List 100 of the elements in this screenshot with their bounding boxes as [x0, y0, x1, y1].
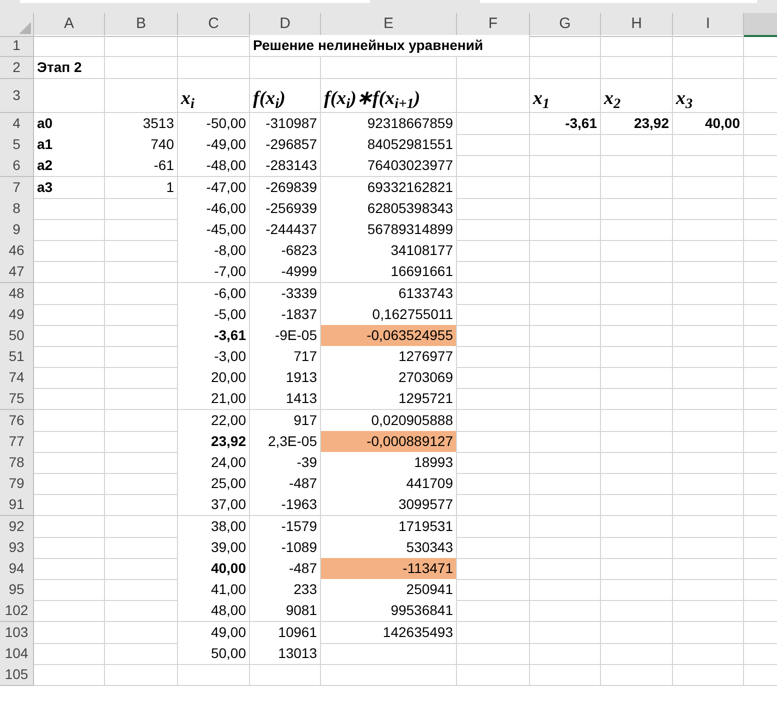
row-header[interactable]: 78: [0, 452, 34, 474]
table-cell: -1837: [250, 304, 321, 326]
row-header[interactable]: 47: [0, 261, 34, 284]
table-cell: -0,063524955: [321, 324, 457, 347]
table-cell: 1276977: [321, 346, 457, 368]
empty-cell: [530, 261, 601, 284]
empty-cell: [601, 304, 673, 326]
column-header[interactable]: [744, 13, 777, 36]
table-cell: -49,00: [178, 134, 250, 156]
table-cell: -48,00: [178, 155, 250, 178]
column-header[interactable]: C: [178, 13, 250, 36]
empty-cell: [530, 388, 601, 410]
row-header[interactable]: 51: [0, 346, 34, 368]
row-header[interactable]: 91: [0, 494, 34, 516]
table-cell: 142635493: [321, 622, 457, 644]
table-cell: -0,000889127: [321, 430, 457, 453]
table-cell: 23,92: [601, 113, 673, 135]
row-header[interactable]: 48: [0, 282, 34, 304]
table-cell: -9E-05: [250, 324, 321, 347]
column-header[interactable]: H: [601, 13, 673, 36]
table-cell: 23,92: [178, 430, 250, 453]
table-cell: 24,00: [178, 452, 250, 474]
empty-cell: [673, 240, 744, 262]
empty-cell: [530, 367, 601, 390]
empty-cell: [673, 134, 744, 156]
empty-cell: [601, 324, 673, 347]
formula-label: f(x$_{i}$)∗f(x$_{i+1}$): [324, 87, 420, 111]
row-header[interactable]: 9: [0, 218, 34, 241]
row-header[interactable]: 75: [0, 388, 34, 410]
row-header[interactable]: 76: [0, 410, 34, 432]
table-cell: 1913: [250, 367, 321, 390]
row-header[interactable]: 6: [0, 155, 34, 178]
table-cell: 34108177: [321, 240, 457, 262]
row-header[interactable]: 74: [0, 367, 34, 390]
empty-cell: [530, 410, 601, 432]
empty-cell: [673, 642, 744, 665]
empty-cell: [530, 600, 601, 622]
row-header[interactable]: 79: [0, 473, 34, 496]
empty-cell: [673, 198, 744, 220]
empty-cell: [530, 579, 601, 602]
table-cell: -3,61: [530, 113, 601, 135]
empty-cell: [601, 198, 673, 220]
table-cell: 740: [105, 134, 178, 156]
table-cell: -113471: [321, 558, 457, 580]
empty-cell: [673, 346, 744, 368]
row-header[interactable]: 1: [0, 35, 34, 57]
table-cell: 16691661: [321, 261, 457, 284]
row-header[interactable]: 104: [0, 642, 34, 665]
empty-cell: [673, 494, 744, 516]
column-header[interactable]: A: [34, 13, 105, 36]
table-cell: 13013: [250, 642, 321, 665]
empty-cell: [601, 367, 673, 390]
empty-cell: [673, 558, 744, 580]
table-cell: -487: [250, 558, 321, 580]
empty-cell: [601, 473, 673, 496]
row-header[interactable]: 4: [0, 113, 34, 135]
row-header[interactable]: 103: [0, 622, 34, 644]
row-header[interactable]: 3: [0, 79, 34, 113]
formula-label: x$_{3}$: [676, 87, 693, 111]
row-label: a2: [34, 155, 105, 178]
table-cell: -487: [250, 473, 321, 496]
row-header[interactable]: 50: [0, 324, 34, 347]
row-header[interactable]: 95: [0, 579, 34, 602]
row-header[interactable]: 93: [0, 536, 34, 559]
row-header[interactable]: 7: [0, 176, 34, 199]
empty-cell: [530, 473, 601, 496]
table-cell: -45,00: [178, 218, 250, 241]
table-cell: 233: [250, 579, 321, 602]
column-header[interactable]: G: [530, 13, 601, 36]
row-header[interactable]: 5: [0, 134, 34, 156]
row-header[interactable]: 77: [0, 430, 34, 453]
empty-cell: [601, 579, 673, 602]
table-cell: 50,00: [178, 642, 250, 665]
empty-cell: [673, 324, 744, 347]
table-cell: 56789314899: [321, 218, 457, 241]
empty-cell: [673, 473, 744, 496]
table-cell: 20,00: [178, 367, 250, 390]
row-header[interactable]: 49: [0, 304, 34, 326]
empty-cell: [530, 430, 601, 453]
table-cell: 2703069: [321, 367, 457, 390]
empty-cell: [601, 516, 673, 538]
empty-cell: [530, 346, 601, 368]
row-header[interactable]: 8: [0, 198, 34, 220]
empty-cell: [673, 410, 744, 432]
row-header[interactable]: 46: [0, 240, 34, 262]
row-header[interactable]: 92: [0, 516, 34, 538]
row-header[interactable]: 105: [0, 664, 34, 686]
empty-cell: [673, 600, 744, 622]
column-header[interactable]: B: [105, 13, 178, 36]
empty-cell: [601, 452, 673, 474]
table-cell: 18993: [321, 452, 457, 474]
row-header[interactable]: 2: [0, 57, 34, 79]
table-cell: -1963: [250, 494, 321, 516]
table-cell: 250941: [321, 579, 457, 602]
formula-label: x$_{2}$: [604, 87, 621, 111]
empty-cell: [530, 218, 601, 241]
table-cell: -3,00: [178, 346, 250, 368]
row-header[interactable]: 94: [0, 558, 34, 580]
row-header[interactable]: 102: [0, 600, 34, 622]
empty-cell: [530, 516, 601, 538]
